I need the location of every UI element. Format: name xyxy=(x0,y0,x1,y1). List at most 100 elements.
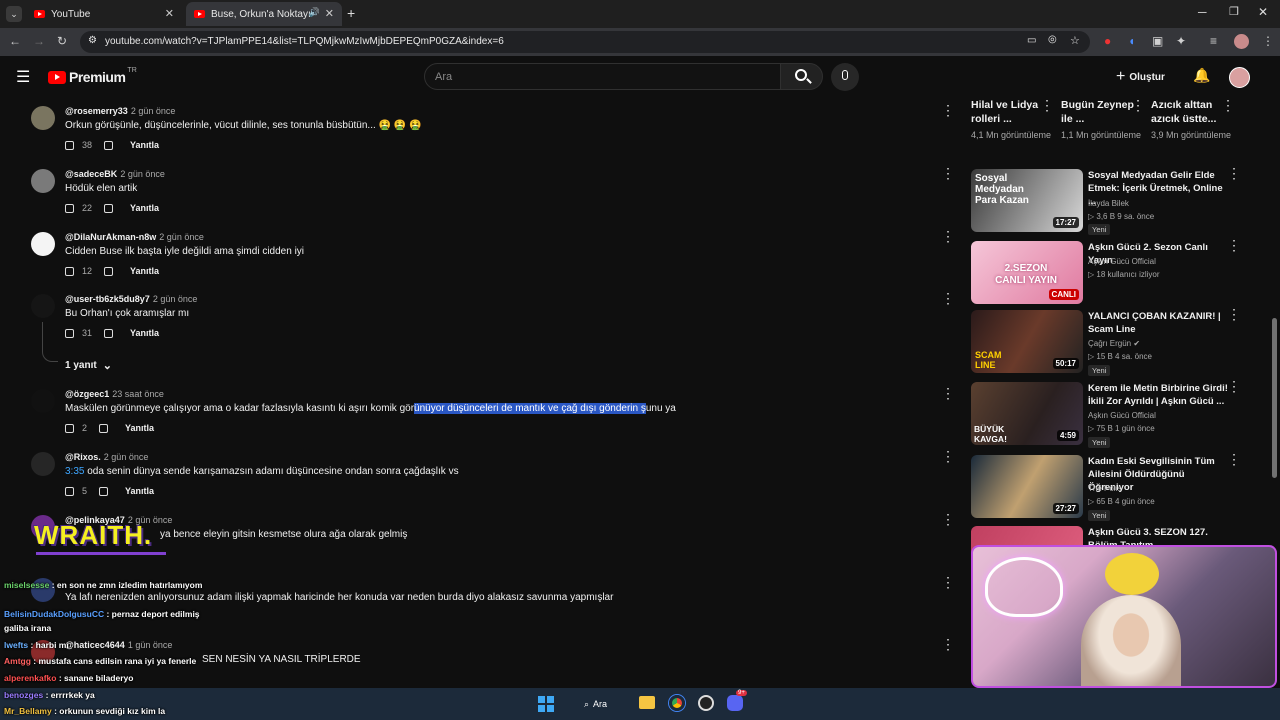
reply-button[interactable]: Yanıtla xyxy=(125,486,154,496)
site-info-icon[interactable]: ⚙ xyxy=(88,35,97,46)
more-options-icon[interactable]: ⋮ xyxy=(1227,451,1241,468)
more-options-icon[interactable]: ⋮ xyxy=(1227,378,1241,395)
extensions-puzzle-icon[interactable]: ✦ xyxy=(1176,34,1186,48)
comment-author[interactable]: @DilaNurAkman-n8w 2 gün önce xyxy=(65,232,204,242)
thumbs-down-icon[interactable] xyxy=(99,423,109,433)
channel-name[interactable]: Çağrı Ergün ✔ xyxy=(1088,339,1140,348)
reply-button[interactable]: Yanıtla xyxy=(130,266,159,276)
discord-icon[interactable] xyxy=(727,695,743,711)
video-thumbnail[interactable]: BÜYÜK KAVGA! 4:59 xyxy=(971,382,1083,445)
obs-icon[interactable] xyxy=(698,695,714,711)
more-options-icon[interactable]: ⋮ xyxy=(1040,97,1054,114)
avatar[interactable] xyxy=(31,232,55,256)
start-button[interactable] xyxy=(538,696,554,712)
thumbs-up-icon[interactable] xyxy=(65,486,74,496)
thumbs-down-icon[interactable] xyxy=(99,486,109,496)
video-thumbnail[interactable]: 27:27 xyxy=(971,455,1083,518)
channel-name[interactable]: Aşkın Gücü Official xyxy=(1088,257,1156,266)
recommendation-item[interactable]: 2.SEZON CANLI YAYIN CANLI Aşkın Gücü 2. … xyxy=(971,237,1271,305)
close-tab-icon[interactable]: ✕ xyxy=(165,7,174,20)
reply-button[interactable]: Yanıtla xyxy=(125,423,154,433)
audio-icon[interactable]: 🔊 xyxy=(309,7,320,18)
avatar[interactable] xyxy=(31,452,55,476)
timestamp-link[interactable]: 3:35 xyxy=(65,466,84,477)
more-options-icon[interactable]: ⋮ xyxy=(941,448,955,465)
thumbs-up-icon[interactable] xyxy=(65,203,74,213)
more-options-icon[interactable]: ⋮ xyxy=(941,102,955,119)
recommendation-item[interactable]: BÜYÜK KAVGA! 4:59 Kerem ile Metin Birbir… xyxy=(971,378,1271,448)
extension-audio-icon[interactable]: ◖ xyxy=(1128,34,1135,48)
tab-search-button[interactable]: ⌄ xyxy=(6,6,22,22)
comment-author[interactable]: @haticec4644 1 gün önce xyxy=(65,640,172,650)
create-button[interactable]: + Oluştur xyxy=(1116,65,1165,89)
taskbar-search[interactable]: ⌕ Ara xyxy=(578,694,628,714)
eye-off-icon[interactable]: ◎ xyxy=(1048,34,1057,45)
more-options-icon[interactable]: ⋮ xyxy=(1227,237,1241,254)
video-thumbnail[interactable]: SCAM LINE 50:17 xyxy=(971,310,1083,373)
thumbs-down-icon[interactable] xyxy=(104,140,114,150)
reply-button[interactable]: Yanıtla xyxy=(130,328,159,338)
back-icon[interactable]: ← xyxy=(9,34,21,48)
avatar[interactable] xyxy=(31,106,55,130)
close-window-button[interactable]: ✕ xyxy=(1258,5,1268,19)
channel-name[interactable]: Aşkın Gücü Official xyxy=(1088,411,1156,420)
video-thumbnail[interactable]: Sosyal Medyadan Para Kazan 17:27 xyxy=(971,169,1083,232)
recommendation-item[interactable]: Sosyal Medyadan Para Kazan 17:27 Sosyal … xyxy=(971,165,1271,235)
more-options-icon[interactable]: ⋮ xyxy=(941,165,955,182)
video-thumbnail[interactable]: 2.SEZON CANLI YAYIN CANLI xyxy=(971,241,1083,304)
install-icon[interactable]: ▭ xyxy=(1027,35,1036,46)
minimize-button[interactable]: ─ xyxy=(1198,5,1207,19)
star-icon[interactable]: ☆ xyxy=(1070,34,1080,47)
account-avatar[interactable] xyxy=(1229,67,1250,88)
more-options-icon[interactable]: ⋮ xyxy=(1221,97,1235,114)
profile-avatar[interactable] xyxy=(1234,34,1249,49)
more-options-icon[interactable]: ⋮ xyxy=(941,290,955,307)
more-options-icon[interactable]: ⋮ xyxy=(1227,165,1241,182)
search-input[interactable]: Ara xyxy=(424,63,781,90)
recommendation-item[interactable]: 27:27 Kadın Eski Sevgilisinin Tüm Ailesi… xyxy=(971,451,1271,521)
extension-red-icon[interactable]: ● xyxy=(1104,34,1111,48)
new-tab-button[interactable]: + xyxy=(347,5,355,21)
maximize-button[interactable]: ❐ xyxy=(1229,5,1239,18)
tab-active-video[interactable]: Buse, Orkun'a Noktayı Koydu 🔊 ✕ xyxy=(186,2,342,26)
scrollbar-thumb[interactable] xyxy=(1272,318,1277,478)
reply-button[interactable]: Yanıtla xyxy=(130,140,159,150)
more-options-icon[interactable]: ⋮ xyxy=(941,228,955,245)
notifications-bell-icon[interactable]: 🔔 xyxy=(1193,67,1210,84)
more-options-icon[interactable]: ⋮ xyxy=(1131,97,1145,114)
thumbs-down-icon[interactable] xyxy=(104,266,114,276)
close-tab-icon[interactable]: ✕ xyxy=(325,7,334,20)
avatar[interactable] xyxy=(31,389,55,413)
chrome-icon[interactable] xyxy=(669,695,685,711)
tab-youtube[interactable]: YouTube ✕ xyxy=(26,2,182,26)
comment-author[interactable]: @Rixos. 2 gün önce xyxy=(65,452,148,462)
comment-author[interactable]: @rosemerry33 2 gün önce xyxy=(65,106,175,116)
file-explorer-icon[interactable] xyxy=(639,696,655,709)
avatar[interactable] xyxy=(31,169,55,193)
more-options-icon[interactable]: ⋮ xyxy=(941,511,955,528)
reply-button[interactable]: Yanıtla xyxy=(130,203,159,213)
youtube-logo[interactable]: Premium TR xyxy=(48,67,137,85)
hamburger-menu-icon[interactable]: ☰ xyxy=(16,67,30,87)
forward-icon[interactable]: → xyxy=(33,34,45,48)
comment-author[interactable]: @özgeec1 23 saat önce xyxy=(65,389,164,399)
channel-name[interactable]: İlayda Bilek xyxy=(1088,199,1129,208)
reading-list-icon[interactable]: ≡ xyxy=(1210,34,1217,48)
url-field[interactable]: ⚙ youtube.com/watch?v=TJPlamPPE14&list=T… xyxy=(80,31,1090,53)
thumbs-down-icon[interactable] xyxy=(104,203,114,213)
voice-search-button[interactable] xyxy=(831,63,859,91)
thumbs-up-icon[interactable] xyxy=(65,328,74,338)
thumbs-up-icon[interactable] xyxy=(65,423,74,433)
comment-author[interactable]: @sadeceBK 2 gün önce xyxy=(65,169,165,179)
extension-icon[interactable]: ▣ xyxy=(1152,34,1163,48)
more-options-icon[interactable]: ⋮ xyxy=(941,574,955,591)
avatar[interactable] xyxy=(31,294,55,318)
more-options-icon[interactable]: ⋮ xyxy=(941,385,955,402)
comment-author[interactable]: @user-tb6zk5du8y7 2 gün önce xyxy=(65,294,197,304)
channel-name[interactable]: The Polis xyxy=(1088,484,1121,493)
more-options-icon[interactable]: ⋮ xyxy=(1227,306,1241,323)
more-options-icon[interactable]: ⋮ xyxy=(941,636,955,653)
recommendation-item[interactable]: SCAM LINE 50:17 YALANCI ÇOBAN KAZANIR! |… xyxy=(971,306,1271,376)
replies-toggle[interactable]: 1 yanıt ⌄ xyxy=(65,359,112,372)
search-button[interactable] xyxy=(780,63,823,90)
